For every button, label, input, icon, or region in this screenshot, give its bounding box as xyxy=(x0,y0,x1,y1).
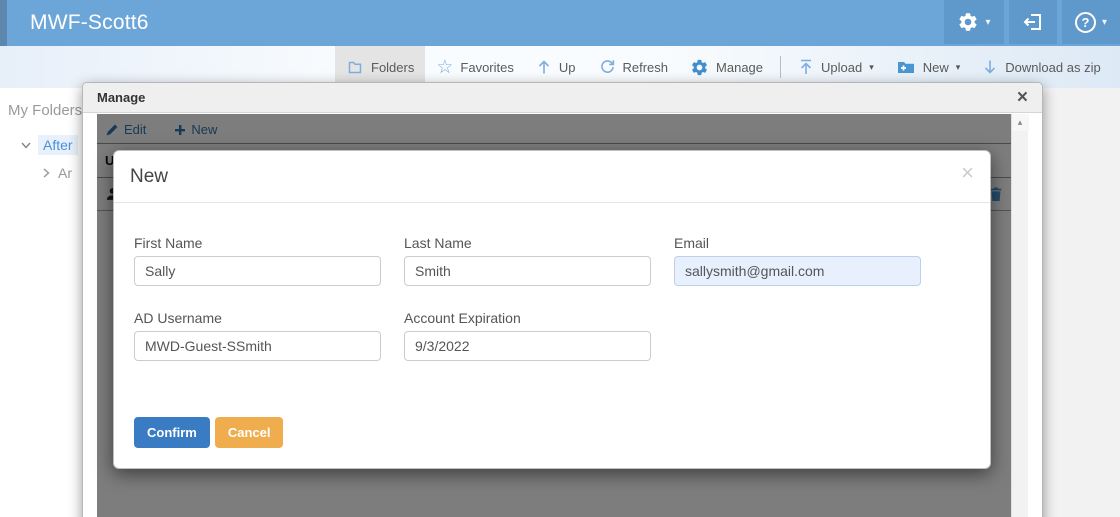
arrow-up-icon xyxy=(536,58,552,76)
header-actions: ▾ ? ▾ xyxy=(944,0,1120,44)
chevron-right-icon xyxy=(40,167,52,179)
new-user-modal: New × First Name Last Name Email AD User… xyxy=(113,150,991,469)
app-header: MWF-Scott6 ▾ ? ▾ xyxy=(0,0,1120,46)
manage-dialog-header: Manage × xyxy=(83,83,1042,113)
manage-dialog-title: Manage xyxy=(97,90,145,105)
gear-icon xyxy=(690,58,709,77)
cancel-button[interactable]: Cancel xyxy=(215,417,284,448)
manage-scrollbar[interactable]: ▴ xyxy=(1011,114,1028,517)
settings-caret-icon: ▾ xyxy=(985,17,990,28)
edit-user-label: Edit xyxy=(124,122,146,137)
new-modal-header: New × xyxy=(114,151,990,203)
toolbar-divider xyxy=(780,56,781,78)
chevron-down-icon xyxy=(20,139,32,151)
users-grid-toolbar: Edit New xyxy=(97,114,1011,143)
toolbar-item-label: Download as zip xyxy=(1005,60,1100,75)
last-name-input[interactable] xyxy=(404,256,651,286)
ad-username-input[interactable] xyxy=(134,331,381,361)
arrow-down-icon xyxy=(982,58,998,76)
ad-username-label: AD Username xyxy=(134,310,381,326)
caret-down-icon: ▾ xyxy=(869,62,874,73)
confirm-button[interactable]: Confirm xyxy=(134,417,210,448)
last-name-label: Last Name xyxy=(404,235,651,251)
first-name-input[interactable] xyxy=(134,256,381,286)
new-modal-title: New xyxy=(130,166,168,187)
toolbar-item-label: Manage xyxy=(716,60,763,75)
gear-icon xyxy=(957,11,979,33)
toolbar-item-label: Up xyxy=(559,60,576,75)
refresh-icon xyxy=(598,58,616,76)
logout-icon xyxy=(1021,10,1045,34)
email-field-group: Email xyxy=(674,235,921,286)
email-input[interactable] xyxy=(674,256,921,286)
folders-icon xyxy=(346,58,364,76)
pencil-icon xyxy=(105,123,119,137)
account-expiration-field-group: Account Expiration xyxy=(404,310,651,361)
toolbar-item-label: Upload xyxy=(821,60,862,75)
plus-icon xyxy=(174,124,186,136)
manage-close-icon[interactable]: × xyxy=(1017,88,1028,107)
help-button[interactable]: ? ▾ xyxy=(1062,0,1120,44)
new-user-button[interactable]: New xyxy=(174,122,217,137)
settings-button[interactable]: ▾ xyxy=(944,0,1004,44)
logout-button[interactable] xyxy=(1009,0,1057,44)
scroll-up-icon[interactable]: ▴ xyxy=(1012,114,1029,131)
star-icon: ☆ xyxy=(436,58,453,77)
last-name-field-group: Last Name xyxy=(404,235,651,286)
header-edge-stripe xyxy=(0,0,7,46)
help-caret-icon: ▾ xyxy=(1102,17,1107,28)
toolbar-item-label: Folders xyxy=(371,60,414,75)
email-label: Email xyxy=(674,235,921,251)
toolbar-item-label: Favorites xyxy=(460,60,513,75)
toolbar-item-label: Refresh xyxy=(623,60,669,75)
account-expiration-label: Account Expiration xyxy=(404,310,651,326)
edit-user-button[interactable]: Edit xyxy=(105,122,146,137)
toolbar-item-label: New xyxy=(923,60,949,75)
ad-username-field-group: AD Username xyxy=(134,310,381,361)
folder-plus-icon xyxy=(896,58,916,76)
delete-user-button[interactable] xyxy=(989,186,1003,202)
first-name-field-group: First Name xyxy=(134,235,381,286)
account-expiration-input[interactable] xyxy=(404,331,651,361)
tree-item-label: After xyxy=(38,135,78,155)
new-modal-close-icon[interactable]: × xyxy=(961,162,974,184)
new-modal-body: First Name Last Name Email AD Username A… xyxy=(114,203,990,466)
tree-item-label: Ar xyxy=(58,165,72,181)
help-icon: ? xyxy=(1075,12,1096,33)
first-name-label: First Name xyxy=(134,235,381,251)
caret-down-icon: ▾ xyxy=(956,62,961,73)
new-user-label: New xyxy=(191,122,217,137)
app-title: MWF-Scott6 xyxy=(30,0,149,46)
upload-icon xyxy=(798,58,814,76)
